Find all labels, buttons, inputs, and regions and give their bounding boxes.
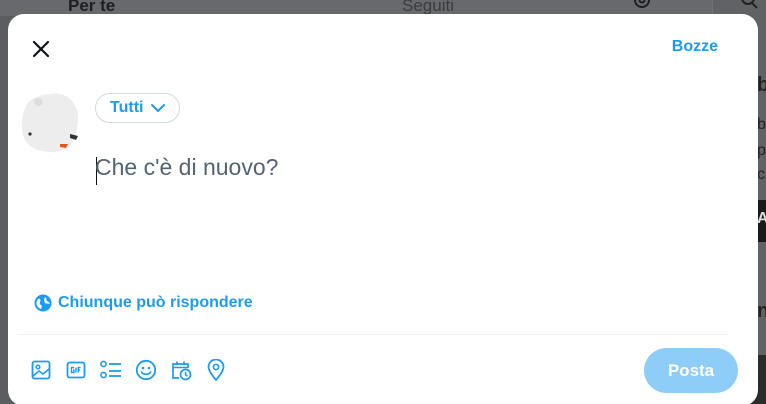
schedule-icon	[172, 361, 192, 381]
close-icon	[32, 40, 50, 58]
background-text: b	[757, 74, 766, 96]
image-icon	[31, 360, 51, 380]
add-gif-button[interactable]	[65, 356, 87, 384]
location-icon	[207, 359, 225, 381]
compose-modal: Bozze Tutti Che c'è di nuovo? Chiunque p…	[8, 14, 758, 404]
gif-icon	[66, 361, 86, 379]
poll-icon	[100, 360, 121, 379]
settings-icon	[634, 0, 650, 8]
add-location-button[interactable]	[205, 356, 227, 384]
add-emoji-button[interactable]	[135, 356, 157, 384]
chevron-down-icon	[151, 104, 166, 112]
background-text: n	[757, 300, 766, 322]
audience-label: Tutti	[110, 99, 144, 116]
avatar[interactable]	[20, 90, 80, 154]
background-text: c	[757, 166, 765, 183]
background-text: p	[757, 142, 766, 159]
add-media-button[interactable]	[30, 356, 52, 384]
schedule-button[interactable]	[170, 356, 192, 384]
compose-toolbar	[30, 356, 227, 384]
audience-selector[interactable]: Tutti	[95, 93, 181, 123]
add-poll-button[interactable]	[100, 356, 122, 384]
post-button[interactable]: Posta	[644, 348, 738, 393]
compose-placeholder: Che c'è di nuovo?	[95, 154, 279, 180]
close-button[interactable]	[24, 32, 58, 66]
background-text: A	[757, 210, 766, 227]
drafts-button[interactable]: Bozze	[672, 38, 718, 56]
reply-setting-button[interactable]: Chiunque può rispondere	[34, 294, 253, 312]
compose-textarea[interactable]: Che c'è di nuovo?	[95, 154, 715, 274]
divider	[18, 334, 728, 335]
emoji-icon	[135, 359, 157, 381]
search-icon	[741, 0, 758, 9]
reply-setting-label: Chiunque può rispondere	[58, 294, 253, 311]
globe-icon	[34, 294, 52, 312]
background-text: b	[757, 116, 766, 133]
